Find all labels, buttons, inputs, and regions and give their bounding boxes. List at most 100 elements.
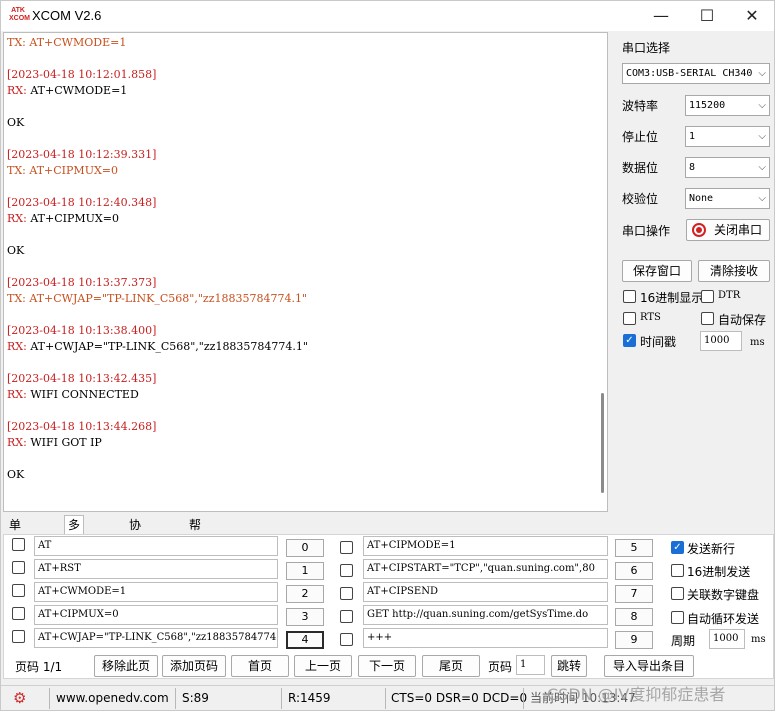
row-checkbox[interactable] [12,538,25,551]
auto-save-checkbox[interactable] [701,312,714,325]
chevron-down-icon: ⌵ [758,100,766,111]
log-line: TX: AT+CWMODE=1 [7,36,127,49]
page-number-input[interactable]: 1 [516,655,545,675]
xcom-window: ATK XCOM XCOM V2.6 — ☐ ✕ TX: AT+CWMODE=1 … [0,0,775,711]
data-bits-select[interactable]: 8 ⌵ [685,157,770,178]
log-line: [2023-04-18 10:12:40.348] [7,196,157,209]
row-checkbox[interactable] [340,610,353,623]
send-entry-input[interactable]: AT+CWMODE=1 [34,582,278,602]
send-entry-input[interactable]: GET http://quan.suning.com/getSysTime.do [363,605,608,625]
send-entry-input[interactable]: AT+CIPMUX=0 [34,605,278,625]
send-entry-button[interactable]: 7 [615,585,653,603]
data-bits-label: 数据位 [622,161,659,175]
log-line: RX: AT+CIPMUX=0 [7,212,119,225]
log-line: RX: AT+CWMODE=1 [7,84,128,97]
send-entry-button[interactable]: 3 [286,608,324,626]
signal-status: CTS=0 DSR=0 DCD=0 [391,691,528,705]
prev-page-button[interactable]: 上一页 [294,655,352,677]
log-line: [2023-04-18 10:13:37.373] [7,276,157,289]
close-port-button[interactable]: 关闭串口 [686,219,770,241]
send-entry-input[interactable]: AT+RST [34,559,278,579]
send-entry-button[interactable]: 8 [615,608,653,626]
period-label: 周期 [671,634,696,648]
send-entry-button[interactable]: 1 [286,562,324,580]
hex-send-checkbox[interactable] [671,564,684,577]
log-line: OK [7,244,25,257]
row-checkbox[interactable] [12,584,25,597]
receive-log[interactable]: TX: AT+CWMODE=1 [2023-04-18 10:12:01.858… [3,32,608,512]
send-entry-input[interactable]: AT+CIPSEND [363,582,608,602]
parity-select[interactable]: None ⌵ [685,188,770,209]
hex-display-checkbox[interactable] [623,290,636,303]
send-entry-input[interactable]: AT+CIPMODE=1 [363,536,608,556]
import-export-button[interactable]: 导入导出条目 [604,655,694,677]
send-entry-button[interactable]: 5 [615,539,653,557]
baud-select[interactable]: 115200 ⌵ [685,95,770,116]
save-window-button[interactable]: 保存窗口 [622,260,692,282]
gear-icon[interactable]: ⚙ [13,689,33,708]
send-entry-button[interactable]: 0 [286,539,324,557]
jump-button[interactable]: 跳转 [551,655,587,677]
row-checkbox[interactable] [12,607,25,620]
row-checkbox[interactable] [12,630,25,643]
watermark: CSDN @IV度抑郁症患者 [547,685,726,704]
hex-send-label: 16进制发送 [687,565,751,579]
remove-page-button[interactable]: 移除此页 [94,655,158,677]
next-page-button[interactable]: 下一页 [358,655,416,677]
row-checkbox[interactable] [340,564,353,577]
row-checkbox[interactable] [340,633,353,646]
add-page-button[interactable]: 添加页码 [162,655,226,677]
timestamp-checkbox[interactable]: ✓ [623,334,636,347]
log-line: RX: WIFI CONNECTED [7,388,139,401]
send-entry-button[interactable]: 2 [286,585,324,603]
link-keyboard-checkbox[interactable] [671,587,684,600]
tab-single-send[interactable]: 单条发送 [5,515,25,586]
auto-loop-checkbox[interactable] [671,611,684,624]
timestamp-interval-input[interactable]: 1000 [700,331,742,351]
send-entry-input[interactable]: AT [34,536,278,556]
log-line: TX: AT+CIPMUX=0 [7,164,119,177]
dtr-checkbox[interactable] [701,290,714,303]
title-bar: ATK XCOM XCOM V2.6 — ☐ ✕ [1,1,774,31]
website-link[interactable]: www.openedv.com [56,689,169,708]
tab-multi-send[interactable]: 多条发送 [64,515,85,586]
stop-bits-select[interactable]: 1 ⌵ [685,126,770,147]
send-entry-button[interactable]: 6 [615,562,653,580]
send-newline-checkbox[interactable]: ✓ [671,541,684,554]
minimize-button[interactable]: — [638,1,684,31]
close-button[interactable]: ✕ [729,1,775,31]
send-entry-button[interactable]: 4 [286,631,324,649]
port-select[interactable]: COM3:USB-SERIAL CH340 ⌵ [622,63,770,84]
log-line: OK [7,116,25,129]
send-entry-input[interactable]: AT+CIPSTART="TCP","quan.suning.com",80 [363,559,608,579]
log-scrollbar[interactable] [597,33,607,511]
clear-receive-button[interactable]: 清除接收 [698,260,770,282]
log-line: TX: AT+CWJAP="TP-LINK_C568","zz188357847… [7,292,308,305]
scroll-thumb[interactable] [601,393,604,493]
tab-protocol[interactable]: 协议传输 [125,515,145,586]
send-entry-input[interactable]: +++ [363,628,608,648]
record-icon [692,223,706,237]
timestamp-unit: ms [750,337,765,348]
page-label: 页码 [488,660,513,674]
period-input[interactable]: 1000 [709,629,745,649]
row-checkbox[interactable] [340,587,353,600]
last-page-button[interactable]: 尾页 [422,655,480,677]
send-entry-button[interactable]: 9 [615,631,653,649]
send-entry-input[interactable]: AT+CWJAP="TP-LINK_C568","zz18835784774.1 [34,628,278,648]
log-line: [2023-04-18 10:13:42.435] [7,372,157,385]
first-page-button[interactable]: 首页 [231,655,289,677]
row-checkbox[interactable] [12,561,25,574]
sent-count: S:89 [182,691,209,705]
maximize-button[interactable]: ☐ [684,1,730,31]
window-title: XCOM V2.6 [32,8,102,23]
parity-label: 校验位 [622,192,659,206]
rts-label: RTS [640,312,661,323]
rts-checkbox[interactable] [623,312,636,325]
log-line: [2023-04-18 10:12:39.331] [7,148,157,161]
tab-help[interactable]: 帮助 [185,515,205,550]
app-logo: ATK XCOM [9,7,30,22]
row-checkbox[interactable] [340,541,353,554]
log-line: RX: AT+CWJAP="TP-LINK_C568","zz188357847… [7,340,308,353]
check-icon: ✓ [673,542,682,553]
